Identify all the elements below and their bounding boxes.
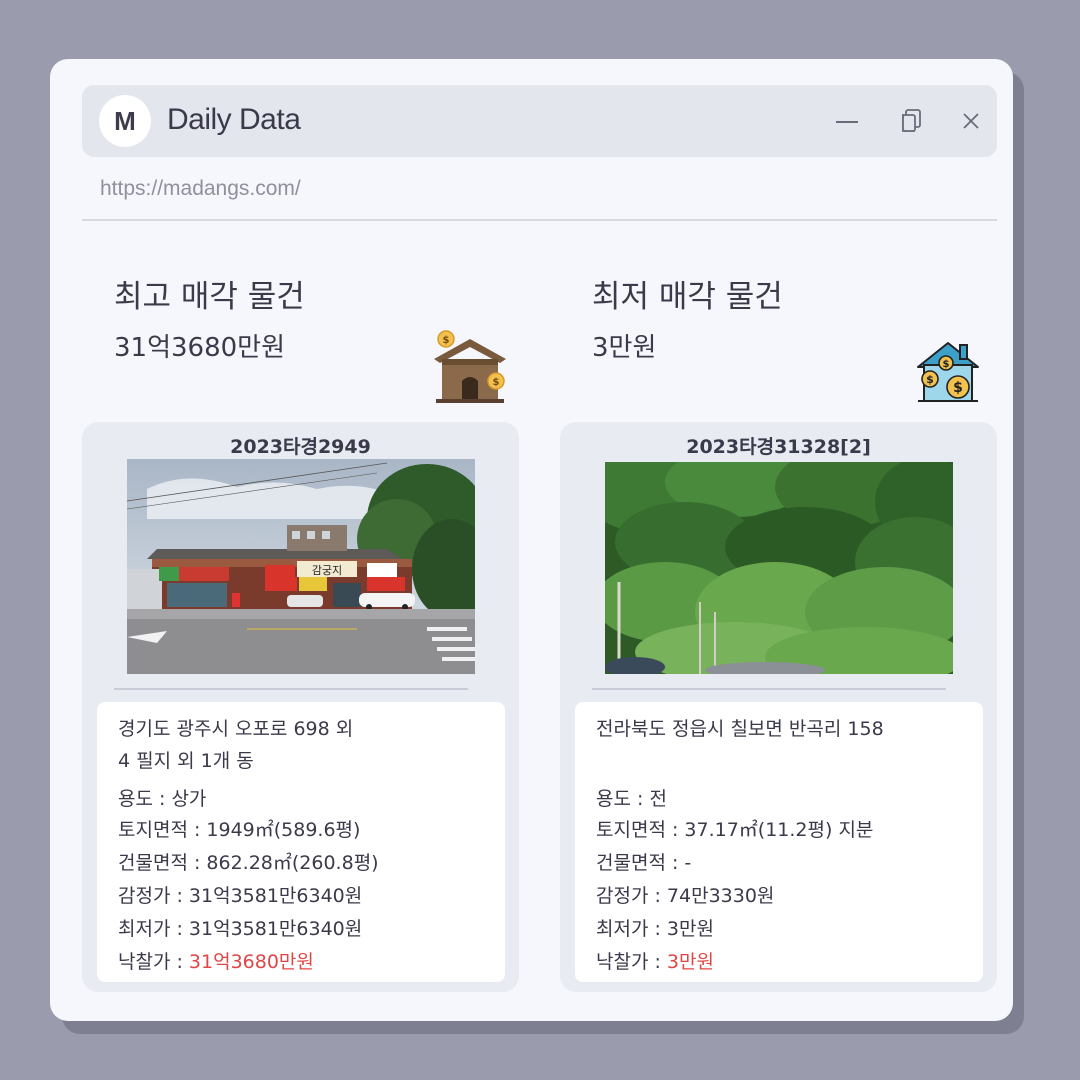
highest-case-number: 2023타경2949	[230, 436, 371, 458]
copy-icon	[902, 109, 921, 132]
highest-winning-label: 낙찰가 :	[118, 951, 189, 973]
highest-winning-bid: 낙찰가 : 31억3680만원	[118, 947, 314, 974]
lowest-card-divider	[592, 688, 946, 690]
minimize-icon	[836, 121, 858, 123]
url-divider	[82, 219, 997, 221]
lowest-appraisal: 감정가 : 74만3330원	[596, 885, 775, 907]
lowest-property-photo	[605, 462, 953, 674]
title-bar: M Daily Data	[82, 85, 997, 157]
svg-text:$: $	[926, 373, 934, 386]
highest-winning-value: 31억3680만원	[188, 951, 314, 973]
highest-info-panel: 경기도 광주시 오포로 698 외 4 필지 외 1개 동 용도 : 상가 토지…	[97, 702, 505, 982]
app-logo: M	[99, 95, 151, 147]
highest-land-area: 토지면적 : 1949㎡(589.6평)	[118, 819, 361, 841]
url-text[interactable]: https://madangs.com/	[100, 177, 301, 201]
app-window: M Daily Data https://madangs.com/ 최고 매각 …	[50, 59, 1013, 1021]
lowest-usage: 용도 : 전	[596, 788, 667, 810]
lowest-heading: 최저 매각 물건	[592, 279, 783, 315]
lowest-info-panel: 전라북도 정읍시 칠보면 반곡리 158 용도 : 전 토지면적 : 37.17…	[575, 702, 983, 982]
highest-usage: 용도 : 상가	[118, 788, 207, 810]
lowest-land-area: 토지면적 : 37.17㎡(11.2평) 지분	[596, 819, 874, 841]
house-coins-icon: $ $ $	[917, 342, 979, 402]
lowest-winning-value: 3만원	[666, 951, 714, 973]
copy-button[interactable]	[893, 103, 929, 139]
highest-minimum: 최저가 : 31억3581만6340원	[118, 918, 363, 940]
svg-text:$: $	[943, 359, 950, 370]
svg-text:$: $	[493, 377, 500, 388]
lowest-minimum: 최저가 : 3만원	[596, 918, 714, 940]
lowest-address-line1: 전라북도 정읍시 칠보면 반곡리 158	[596, 718, 884, 740]
highest-card[interactable]: 2023타경2949 감궁지 경기도 광주시 오포로 698 외 4 필지 외 …	[82, 422, 519, 992]
lowest-card[interactable]: 2023타경31328[2] 전라북도 정읍시 칠보면 반곡리 158 용도:…	[560, 422, 997, 992]
highest-price: 31억3680만원	[114, 333, 286, 363]
highest-heading: 최고 매각 물건	[114, 279, 305, 315]
svg-text:$: $	[953, 380, 963, 396]
highest-address-line1: 경기도 광주시 오포로 698 외	[118, 718, 354, 740]
svg-text:$: $	[443, 335, 450, 346]
highest-property-photo: 감궁지	[127, 459, 475, 674]
lowest-price: 3만원	[592, 333, 657, 363]
close-icon	[963, 113, 979, 129]
app-title: Daily Data	[167, 103, 301, 136]
house-money-icon: $ $	[434, 330, 506, 403]
lowest-winning-label: 낙찰가 :	[596, 951, 667, 973]
highest-store-sign: 감궁지	[312, 564, 342, 577]
close-button[interactable]	[953, 103, 989, 139]
highest-card-divider	[114, 688, 468, 690]
lowest-winning-bid: 낙찰가 : 3만원	[596, 947, 714, 974]
minimize-button[interactable]	[829, 103, 865, 139]
highest-building-area: 건물면적 : 862.28㎡(260.8평)	[118, 852, 379, 874]
lowest-building-area: 건물면적 : -	[596, 852, 692, 874]
lowest-case-number: 2023타경31328[2]	[686, 436, 871, 458]
highest-appraisal: 감정가 : 31억3581만6340원	[118, 885, 363, 907]
highest-address-line2: 4 필지 외 1개 동	[118, 750, 254, 772]
